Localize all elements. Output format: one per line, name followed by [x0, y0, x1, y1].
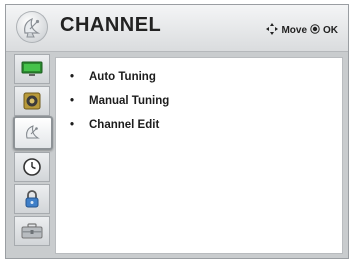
hint-ok-label: OK [323, 25, 338, 36]
hint-move-label: Move [281, 25, 307, 36]
menu-item-label: Auto Tuning [89, 71, 156, 83]
ok-button-icon [310, 24, 320, 37]
navigation-hint: Move OK [266, 23, 338, 38]
picture-tv-icon [21, 61, 43, 76]
list-bullet: • [70, 95, 75, 107]
channel-options-panel: • Auto Tuning • Manual Tuning • Channel … [55, 57, 343, 254]
sidebar-item-audio[interactable] [14, 86, 50, 116]
channel-menu-window: CHANNEL Move OK • Auto Tuning • Manual T… [5, 4, 349, 259]
sidebar-item-channel[interactable] [13, 116, 53, 150]
page-title: CHANNEL [60, 14, 162, 36]
speaker-audio-icon [23, 92, 41, 110]
sidebar-item-option[interactable] [14, 216, 50, 246]
lock-icon [25, 190, 39, 208]
satellite-dish-icon [26, 125, 40, 139]
clock-time-icon [23, 158, 41, 176]
list-bullet: • [70, 119, 75, 131]
sidebar-item-lock[interactable] [14, 184, 50, 214]
menu-item-label: Channel Edit [89, 119, 160, 131]
toolbox-option-icon [21, 223, 43, 239]
move-arrows-icon [266, 23, 279, 38]
category-sidebar [13, 54, 53, 251]
sidebar-item-picture[interactable] [14, 54, 50, 84]
menu-header: CHANNEL Move OK [6, 5, 348, 52]
satellite-dish-icon [16, 11, 48, 43]
list-bullet: • [70, 71, 75, 83]
menu-item-label: Manual Tuning [89, 95, 170, 107]
sidebar-item-time[interactable] [14, 152, 50, 182]
